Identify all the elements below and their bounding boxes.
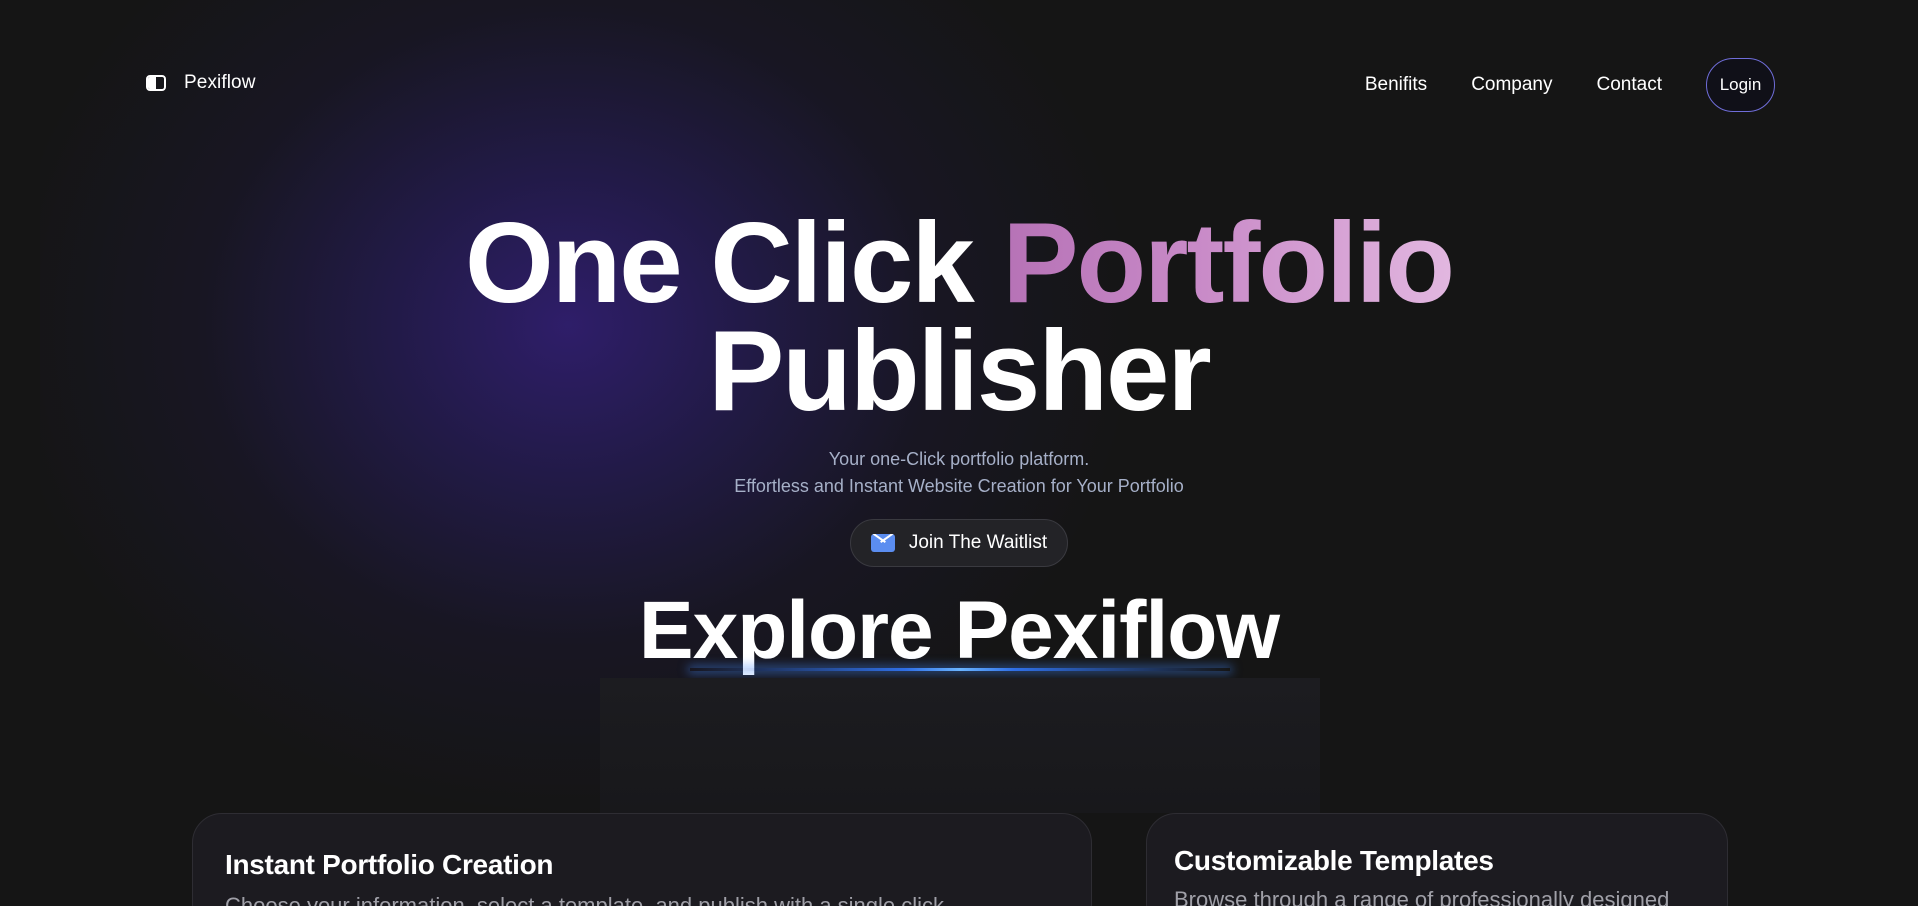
join-waitlist-label: Join The Waitlist <box>908 532 1048 553</box>
explore-title: Explore Pexiflow <box>638 585 1280 676</box>
hero-subtitle: Your one-Click portfolio platform. Effor… <box>0 446 1918 500</box>
navbar: Pexiflow Benifits Company Contact Login <box>0 0 1918 170</box>
nav-link-contact[interactable]: Contact <box>1597 74 1662 96</box>
join-waitlist-button[interactable]: Join The Waitlist <box>849 519 1069 567</box>
hero-section: One Click Portfolio Publisher Your one-C… <box>0 207 1918 567</box>
hero-subtitle-line-2: Effortless and Instant Website Creation … <box>734 476 1184 496</box>
brand-logo-icon <box>146 75 166 91</box>
explore-underline-glow <box>690 668 1230 671</box>
explore-section: Explore Pexiflow <box>0 586 1918 676</box>
feature-card-title: Instant Portfolio Creation <box>225 849 554 880</box>
mail-icon <box>870 534 895 552</box>
hero-title-line-2: Publisher <box>708 308 1211 435</box>
hero-title-line-1: One Click Portfolio <box>0 207 1918 321</box>
brand-name: Pexiflow <box>184 72 256 93</box>
nav-link-benifits[interactable]: Benifits <box>1365 74 1427 96</box>
hero-title: One Click Portfolio Publisher <box>0 207 1918 435</box>
feature-card-description: Choose your information, select a templa… <box>225 893 951 906</box>
landing-page: Pexiflow Benifits Company Contact Login … <box>0 0 1918 906</box>
brand[interactable]: Pexiflow <box>146 72 256 94</box>
feature-card-title: Customizable Templates <box>1174 845 1494 876</box>
feature-card-instant-portfolio: Instant Portfolio Creation Choose your i… <box>192 813 1092 906</box>
hero-subtitle-line-1: Your one-Click portfolio platform. <box>828 449 1090 469</box>
nav-link-company[interactable]: Company <box>1471 74 1552 96</box>
explore-preview-panel <box>600 678 1320 813</box>
nav-links: Benifits Company Contact Login <box>1365 58 1775 112</box>
login-button[interactable]: Login <box>1706 58 1775 112</box>
feature-card-description: Browse through a range of professionally… <box>1174 887 1670 906</box>
feature-card-customizable-templates: Customizable Templates Browse through a … <box>1146 813 1728 906</box>
